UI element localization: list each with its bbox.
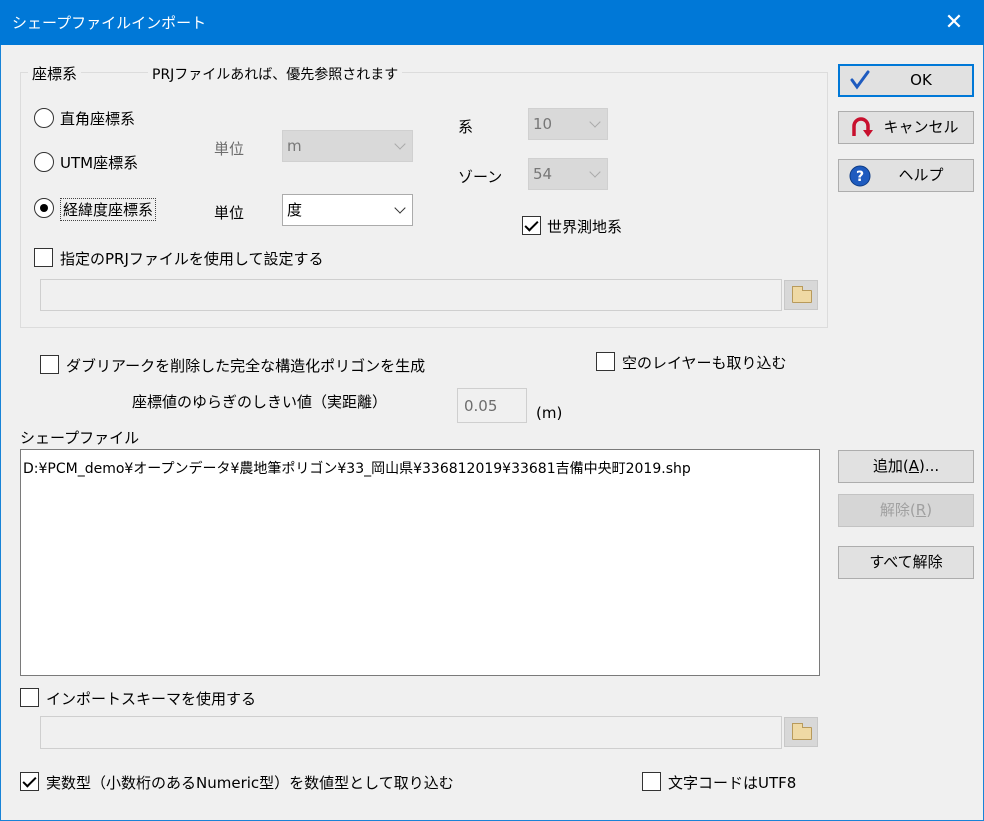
schema-label[interactable]: インポートスキーマを使用する [46, 688, 256, 709]
empty-layer-checkbox[interactable] [596, 352, 615, 371]
zone-select[interactable]: 54 [528, 158, 608, 190]
radio-latlon-label[interactable]: 経緯度座標系 [60, 198, 157, 221]
cancel-button[interactable]: キャンセル [838, 111, 974, 144]
chevron-down-icon [589, 116, 601, 128]
folder-icon [792, 286, 812, 303]
radio-utm-label[interactable]: UTM座標系 [60, 152, 138, 173]
unit-label-2: 単位 [214, 204, 245, 222]
add-button-accesskey: A [908, 457, 919, 475]
chevron-down-icon [394, 202, 406, 214]
utf8-label[interactable]: 文字コードはUTF8 [668, 772, 796, 793]
threshold-input[interactable]: 0.05 [457, 388, 527, 423]
empty-layer-label[interactable]: 空のレイヤーも取り込む [622, 352, 787, 373]
numeric-label[interactable]: 実数型（小数桁のあるNumeric型）を数値型として取り込む [46, 772, 454, 793]
checkmark-icon [850, 70, 870, 90]
chevron-down-icon [589, 166, 601, 178]
window-title: シェープファイルインポート [12, 14, 207, 32]
unit-label-1: 単位 [214, 140, 245, 158]
unit-select-value: 度 [287, 201, 303, 219]
remove-button[interactable]: 解除(R) [838, 494, 974, 527]
use-prj-checkbox[interactable] [34, 248, 53, 267]
zone-select-value: 54 [533, 165, 553, 183]
prj-path-field[interactable] [40, 279, 782, 311]
polygon-label[interactable]: ダブリアークを削除した完全な構造化ポリゴンを生成 [66, 355, 425, 376]
coordinate-system-label: 座標系 [28, 63, 82, 84]
help-button-label: ヘルプ [898, 166, 944, 184]
close-icon[interactable]: ✕ [924, 0, 984, 45]
title-bar: シェープファイルインポート ✕ [0, 0, 984, 45]
shapefile-list[interactable]: D:¥PCM_demo¥オープンデータ¥農地筆ポリゴン¥33_岡山県¥33681… [20, 449, 820, 676]
system-select[interactable]: 10 [528, 108, 608, 140]
svg-text:?: ? [856, 169, 864, 185]
threshold-label: 座標値のゆらぎのしきい値（実距離） [132, 393, 388, 411]
help-button[interactable]: ? ヘルプ [838, 159, 974, 192]
system-label: 系 [458, 118, 474, 136]
utf8-checkbox[interactable] [642, 772, 661, 791]
threshold-value: 0.05 [464, 397, 498, 415]
system-select-value: 10 [533, 115, 553, 133]
prj-browse-button[interactable] [784, 280, 818, 310]
remove-button-accesskey: R [915, 501, 927, 519]
ok-button[interactable]: OK [838, 64, 974, 97]
numeric-checkbox[interactable] [20, 772, 39, 791]
unit-select-disabled-value: m [287, 137, 302, 155]
unit-select-disabled[interactable]: m [282, 130, 413, 162]
help-icon: ? [849, 165, 871, 187]
radio-rectangular-label[interactable]: 直角座標系 [60, 108, 135, 129]
schema-path-field[interactable] [40, 716, 782, 749]
add-button[interactable]: 追加(A)... [838, 450, 974, 483]
prj-priority-note: PRJファイルあれば、優先参照されます [148, 64, 403, 84]
remove-all-button-label: すべて解除 [869, 553, 943, 571]
chevron-down-icon [394, 138, 406, 150]
schema-browse-button[interactable] [784, 717, 818, 747]
wgs-label[interactable]: 世界測地系 [547, 216, 622, 237]
ok-button-label: OK [910, 71, 932, 89]
remove-all-button[interactable]: すべて解除 [838, 546, 974, 579]
remove-button-label: 解除 [879, 501, 910, 519]
folder-icon [792, 723, 812, 740]
use-prj-label[interactable]: 指定のPRJファイルを使用して設定する [60, 248, 323, 269]
wgs-checkbox[interactable] [522, 216, 541, 235]
schema-checkbox[interactable] [20, 688, 39, 707]
add-button-label: 追加 [872, 457, 903, 475]
radio-rectangular[interactable] [34, 108, 54, 128]
shapefile-list-label: シェープファイル [20, 429, 140, 447]
radio-latlon[interactable] [34, 198, 54, 218]
zone-label: ゾーン [458, 168, 503, 186]
undo-icon [852, 117, 873, 137]
polygon-checkbox[interactable] [40, 355, 59, 374]
radio-utm[interactable] [34, 152, 54, 172]
threshold-unit: (m) [536, 404, 563, 422]
unit-select[interactable]: 度 [282, 194, 413, 226]
list-item[interactable]: D:¥PCM_demo¥オープンデータ¥農地筆ポリゴン¥33_岡山県¥33681… [23, 458, 819, 478]
